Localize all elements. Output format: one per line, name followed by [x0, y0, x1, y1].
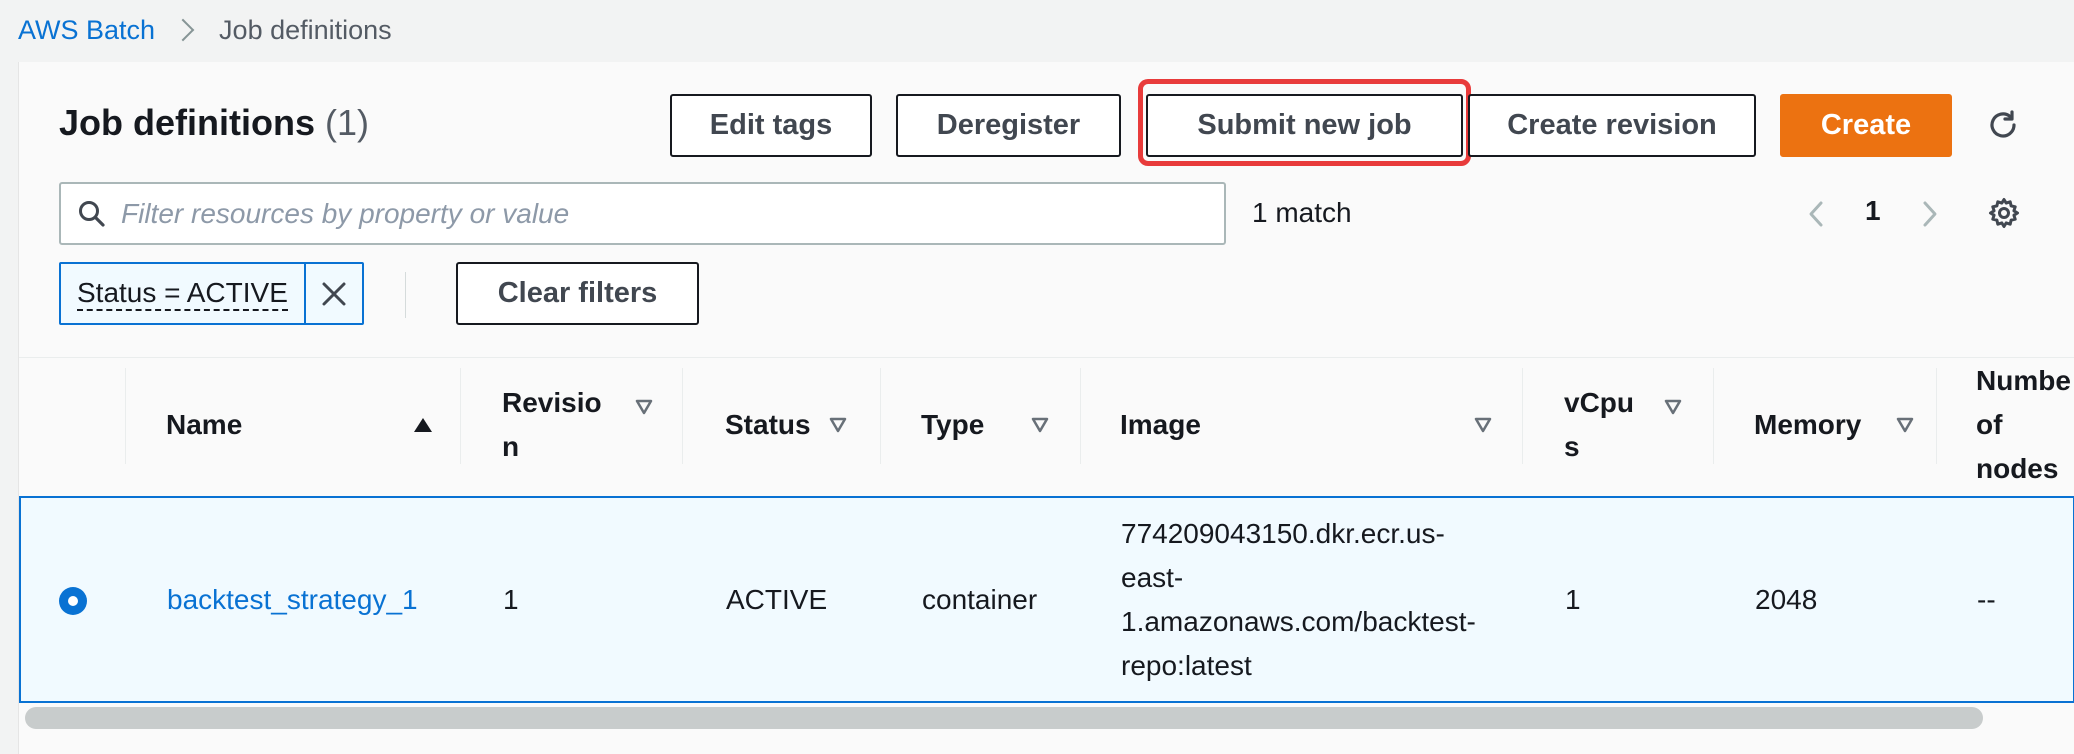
- cell-name-link[interactable]: backtest_strategy_1: [167, 498, 418, 701]
- sort-descending-icon[interactable]: [828, 416, 848, 439]
- gear-icon[interactable]: [1982, 191, 2026, 235]
- radio-dot: [68, 596, 78, 606]
- cell-revision: 1: [503, 583, 519, 615]
- column-divider: [682, 368, 683, 464]
- chevron-left-icon[interactable]: [1802, 199, 1832, 229]
- create-button[interactable]: Create: [1780, 94, 1952, 157]
- filter-token: Status = ACTIVE: [59, 262, 364, 325]
- column-header-name[interactable]: Name: [166, 358, 242, 492]
- job-definitions-panel: Job definitions (1) Edit tags Deregister…: [18, 62, 2074, 754]
- page-title-text: Job definitions: [59, 102, 315, 143]
- cell-status: ACTIVE: [726, 583, 828, 615]
- filter-token-label[interactable]: Status = ACTIVE: [61, 264, 304, 323]
- edit-tags-button[interactable]: Edit tags: [670, 94, 872, 157]
- divider: [405, 272, 406, 318]
- column-header-type[interactable]: Type: [921, 358, 984, 492]
- sort-descending-icon[interactable]: [1663, 398, 1683, 421]
- breadcrumb-link-aws-batch[interactable]: AWS Batch: [18, 15, 155, 46]
- column-header-number-of-nodes[interactable]: Numbe of nodes: [1976, 358, 2074, 492]
- cell-nodes: --: [1977, 583, 1996, 615]
- job-definitions-table: Name Revisio n Status Type Image vCpu s …: [19, 357, 2074, 754]
- breadcrumb-current: Job definitions: [219, 14, 392, 45]
- page-number[interactable]: 1: [1865, 195, 1881, 227]
- column-header-revision[interactable]: Revisio n: [502, 358, 602, 492]
- column-header-memory[interactable]: Memory: [1754, 358, 1861, 492]
- search-field[interactable]: [59, 182, 1226, 245]
- column-divider: [880, 368, 881, 464]
- column-header-status[interactable]: Status: [725, 358, 811, 492]
- column-divider: [460, 368, 461, 464]
- submit-new-job-button[interactable]: Submit new job: [1146, 94, 1463, 157]
- column-divider: [1522, 368, 1523, 464]
- sort-descending-icon[interactable]: [1473, 416, 1493, 439]
- breadcrumb: AWS Batch Job definitions: [18, 10, 392, 50]
- column-divider: [1080, 368, 1081, 464]
- match-count: 1 match: [1252, 197, 1352, 228]
- create-revision-button[interactable]: Create revision: [1468, 94, 1756, 157]
- cell-memory: 2048: [1755, 583, 1818, 615]
- chevron-right-icon[interactable]: [1914, 199, 1944, 229]
- clear-filters-button[interactable]: Clear filters: [456, 262, 699, 325]
- column-divider: [125, 368, 126, 464]
- sort-descending-icon[interactable]: [634, 398, 654, 421]
- page-title-count: (1): [325, 102, 370, 143]
- cell-vcpus: 1: [1565, 583, 1581, 615]
- sort-ascending-icon[interactable]: [412, 416, 434, 439]
- table-row[interactable]: backtest_strategy_1 1 ACTIVE container 7…: [19, 496, 2074, 703]
- search-icon: [77, 199, 107, 229]
- column-divider: [1713, 368, 1714, 464]
- horizontal-scrollbar[interactable]: [25, 707, 1983, 729]
- column-divider: [1936, 368, 1937, 464]
- deregister-button[interactable]: Deregister: [896, 94, 1121, 157]
- sort-descending-icon[interactable]: [1030, 416, 1050, 439]
- table-header: Name Revisio n Status Type Image vCpu s …: [19, 357, 2074, 492]
- search-input[interactable]: [121, 197, 1224, 230]
- chevron-right-icon: [171, 18, 195, 42]
- cell-image: 774209043150.dkr.ecr.us- east- 1.amazona…: [1121, 517, 1476, 681]
- row-select-radio[interactable]: [59, 587, 87, 615]
- column-header-image[interactable]: Image: [1120, 358, 1201, 492]
- refresh-icon[interactable]: [1981, 103, 2025, 147]
- cell-type: container: [922, 583, 1038, 615]
- column-header-vcpus[interactable]: vCpu s: [1564, 358, 1634, 492]
- page-title: Job definitions (1): [59, 102, 369, 144]
- sort-descending-icon[interactable]: [1895, 416, 1915, 439]
- close-icon[interactable]: [303, 264, 362, 323]
